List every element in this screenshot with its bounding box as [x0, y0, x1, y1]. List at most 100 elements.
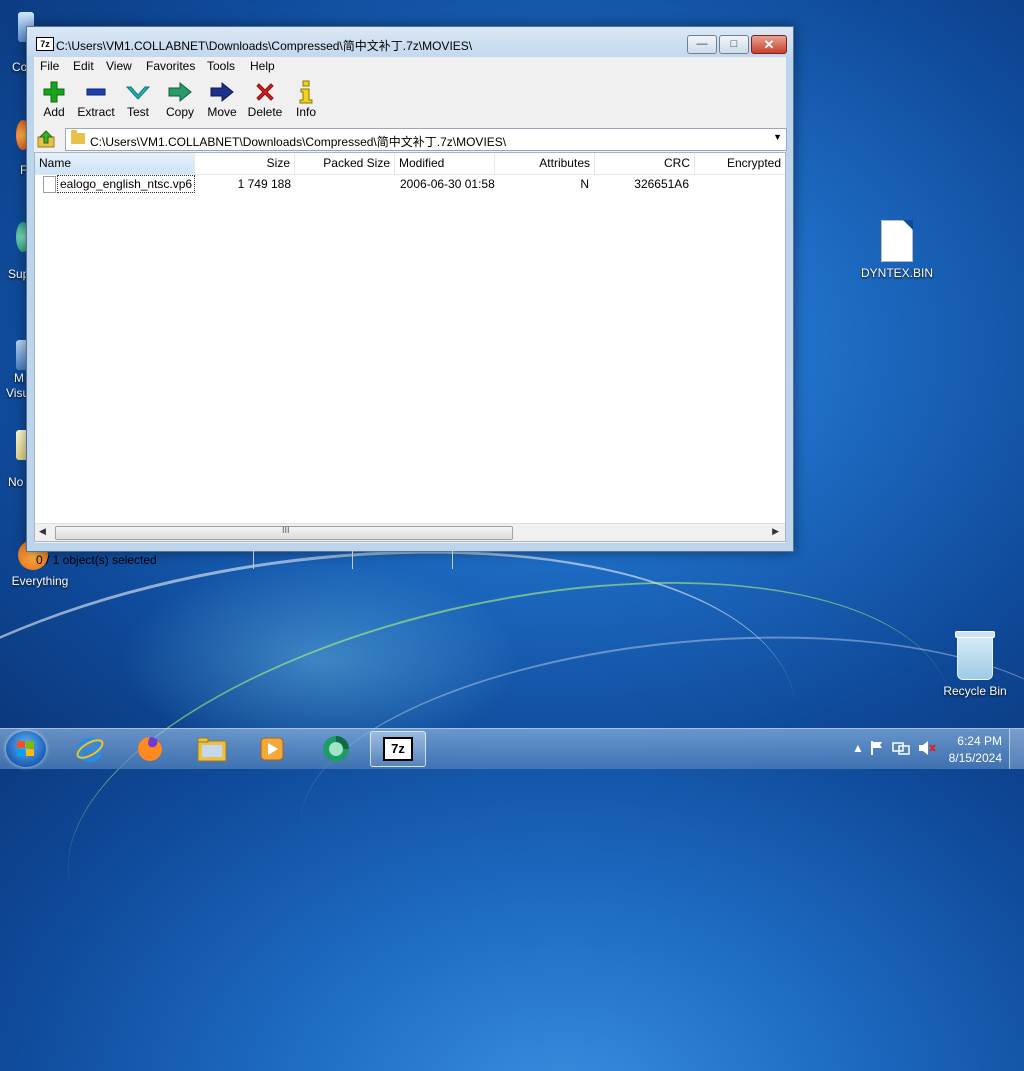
- move-button[interactable]: Move: [200, 79, 244, 119]
- 7zip-icon-label: 7z: [391, 741, 405, 756]
- info-label: Info: [295, 105, 316, 119]
- menu-favorites[interactable]: Favorites: [146, 59, 195, 73]
- recycle-bin-icon: [955, 631, 995, 680]
- column-encrypted[interactable]: Encrypted: [695, 153, 785, 174]
- column-header: Name Size Packed Size Modified Attribute…: [35, 153, 785, 175]
- menu-bar: File Edit View Favorites Tools Help: [34, 57, 786, 75]
- file-packed-size: [295, 175, 391, 193]
- menu-edit[interactable]: Edit: [73, 59, 94, 73]
- windows-logo-icon: [17, 741, 35, 757]
- copy-button[interactable]: Copy: [158, 79, 202, 119]
- scroll-left-icon[interactable]: ◀: [39, 526, 46, 537]
- extract-button[interactable]: Extract: [74, 79, 118, 119]
- status-divider: [352, 551, 353, 569]
- file-list[interactable]: Name Size Packed Size Modified Attribute…: [34, 152, 786, 542]
- desktop-icon-label: Everything: [11, 574, 69, 588]
- volume-muted-icon[interactable]: [918, 740, 936, 756]
- clock-date: 8/15/2024: [948, 751, 1002, 765]
- taskbar-file-explorer[interactable]: [184, 731, 240, 767]
- copy-label: Copy: [165, 105, 194, 119]
- delete-label: Delete: [247, 105, 283, 119]
- show-desktop-button[interactable]: [1009, 729, 1024, 769]
- minimize-button[interactable]: —: [687, 35, 717, 54]
- desktop-icon-label: No: [8, 475, 24, 489]
- scrollbar-thumb[interactable]: III: [55, 525, 513, 540]
- internet-explorer-icon: [76, 737, 104, 763]
- selection-status: 0 / 1 object(s) selected: [36, 553, 157, 567]
- column-packed-size[interactable]: Packed Size: [295, 153, 395, 174]
- add-icon: [32, 79, 76, 105]
- toolbar: Add Extract Test Copy Move Delete Info: [34, 77, 786, 125]
- horizontal-scrollbar[interactable]: ◀ III ▶: [35, 523, 785, 541]
- firefox-icon: [138, 737, 162, 761]
- status-divider: [452, 551, 453, 569]
- file-icon: [43, 176, 56, 193]
- folder-icon: [71, 130, 85, 144]
- column-modified[interactable]: Modified: [395, 153, 495, 174]
- file-encrypted: [695, 175, 781, 193]
- column-attributes[interactable]: Attributes: [495, 153, 595, 174]
- test-check-icon: [116, 79, 160, 105]
- status-divider: [253, 551, 254, 569]
- maximize-button[interactable]: □: [719, 35, 749, 54]
- move-arrow-icon: [200, 79, 244, 105]
- delete-x-icon: [243, 79, 287, 105]
- column-crc[interactable]: CRC: [595, 153, 695, 174]
- address-bar: C:\Users\VM1.COLLABNET\Downloads\Compres…: [34, 127, 787, 151]
- desktop-icon-label: DYNTEX.BIN: [860, 266, 933, 280]
- minimize-icon: —: [696, 38, 708, 50]
- 7zip-icon: 7z: [383, 737, 413, 761]
- dropdown-arrow-icon[interactable]: ▼: [773, 132, 782, 142]
- desktop-icon-dyntex[interactable]: DYNTEX.BIN: [857, 220, 937, 280]
- 7zip-window: 7z C:\Users\VM1.COLLABNET\Downloads\Comp…: [26, 26, 794, 569]
- test-label: Test: [126, 105, 149, 119]
- address-path: C:\Users\VM1.COLLABNET\Downloads\Compres…: [90, 135, 507, 149]
- media-player-icon: [260, 737, 284, 761]
- desktop-icon-label: M: [14, 371, 24, 385]
- taskbar-7zip[interactable]: 7z: [370, 731, 426, 767]
- show-hidden-icons-icon[interactable]: ▲: [852, 741, 864, 755]
- folder-icon: [197, 737, 227, 762]
- taskbar-browser[interactable]: [308, 731, 364, 767]
- window-title: C:\Users\VM1.COLLABNET\Downloads\Compres…: [56, 39, 473, 53]
- address-field[interactable]: C:\Users\VM1.COLLABNET\Downloads\Compres…: [65, 128, 787, 151]
- file-icon: [881, 220, 913, 262]
- clock-time: 6:24 PM: [957, 734, 1002, 748]
- scroll-right-icon[interactable]: ▶: [772, 526, 779, 537]
- move-label: Move: [207, 105, 237, 119]
- copy-arrow-icon: [158, 79, 202, 105]
- column-name[interactable]: Name: [35, 153, 195, 174]
- close-icon: ✕: [763, 37, 775, 52]
- menu-view[interactable]: View: [106, 59, 132, 73]
- add-label: Add: [43, 105, 65, 119]
- info-button[interactable]: Info: [284, 79, 328, 119]
- title-bar[interactable]: 7z C:\Users\VM1.COLLABNET\Downloads\Comp…: [27, 27, 793, 57]
- desktop-icon-label: Recycle Bin: [943, 684, 1007, 698]
- status-bar: 0 / 1 object(s) selected: [34, 549, 786, 571]
- file-size: 1 749 188: [237, 177, 291, 191]
- column-size[interactable]: Size: [195, 153, 295, 174]
- test-button[interactable]: Test: [116, 79, 160, 119]
- network-icon[interactable]: [892, 740, 910, 756]
- file-crc: 326651A6: [634, 177, 689, 191]
- 7zip-app-icon[interactable]: 7z: [36, 37, 54, 51]
- table-row[interactable]: ealogo_english_ntsc.vp6 1 749 188 2006-0…: [35, 175, 785, 193]
- start-button[interactable]: [6, 731, 46, 767]
- close-button[interactable]: ✕: [751, 35, 787, 54]
- taskbar: 7z ▲ 6:24 PM 8/15/2024: [0, 728, 1024, 769]
- taskbar-internet-explorer[interactable]: [62, 731, 118, 767]
- delete-button[interactable]: Delete: [243, 79, 287, 119]
- file-modified: 2006-06-30 01:58: [400, 177, 495, 191]
- file-attributes: N: [580, 177, 589, 191]
- taskbar-firefox[interactable]: [122, 731, 178, 767]
- menu-help[interactable]: Help: [250, 59, 275, 73]
- add-button[interactable]: Add: [32, 79, 76, 119]
- menu-file[interactable]: File: [40, 59, 59, 73]
- taskbar-media-player[interactable]: [244, 731, 300, 767]
- desktop-icon-recycle-bin[interactable]: Recycle Bin: [935, 631, 1015, 698]
- info-icon: [284, 79, 328, 105]
- action-center-flag-icon[interactable]: [870, 740, 884, 756]
- menu-tools[interactable]: Tools: [207, 59, 235, 73]
- scrollbar-grip: III: [282, 525, 290, 535]
- up-folder-button[interactable]: [37, 130, 55, 148]
